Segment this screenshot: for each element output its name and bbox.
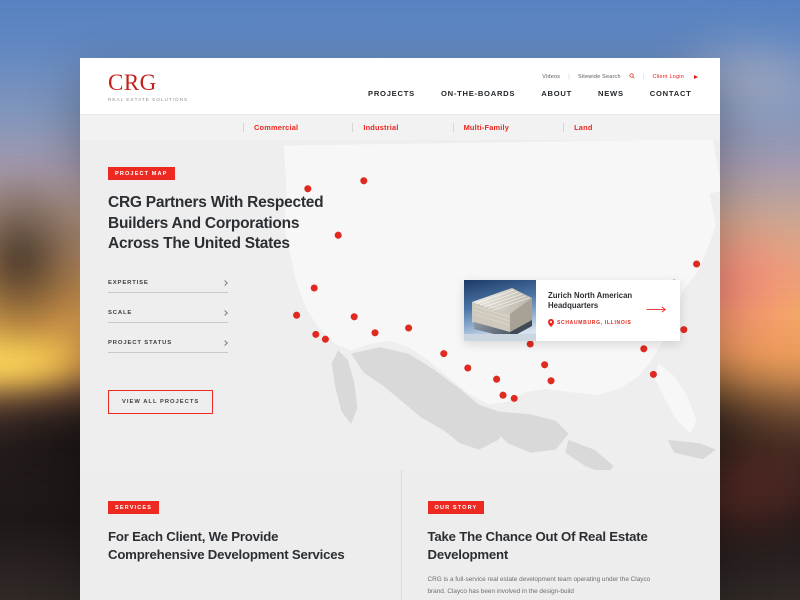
nav-item-contact[interactable]: CONTACT	[650, 89, 692, 98]
map-marker-2[interactable]	[334, 231, 342, 239]
hero-eyebrow-badge: PROJECT MAP	[108, 167, 175, 180]
search-icon[interactable]	[629, 73, 635, 80]
view-all-projects-button[interactable]: VIEW ALL PROJECTS	[108, 389, 214, 414]
filter-label: SCALE	[108, 309, 133, 316]
filter-scale[interactable]: SCALE	[108, 310, 228, 323]
sub-nav-label: Industrial	[363, 123, 399, 132]
services-eyebrow-badge: SERVICES	[108, 501, 159, 514]
sub-nav-item-industrial[interactable]: Industrial	[352, 123, 452, 132]
hero-title: CRG Partners With Respected Builders And…	[108, 194, 324, 253]
map-marker-15[interactable]	[526, 340, 534, 348]
our-story-title: Take The Chance Out Of Real Estate Devel…	[427, 529, 648, 562]
our-story-eyebrow-badge: OUR STORY	[427, 501, 485, 514]
sub-nav-item-commercial[interactable]: Commercial	[243, 123, 352, 132]
map-project-tooltip[interactable]: Zurich North American Headquarters SCHAU…	[464, 280, 680, 341]
chevron-right-icon	[222, 339, 228, 346]
project-card-body: Zurich North American Headquarters SCHAU…	[536, 280, 680, 341]
sub-nav-item-land[interactable]: Land	[563, 123, 592, 132]
utility-nav: Videos | Sitewide Search | Client Login	[542, 73, 698, 80]
util-link-sitewide-search[interactable]: Sitewide Search	[578, 74, 621, 80]
filter-accordion: EXPERTISE SCALE PROJECT STATUS	[108, 280, 228, 353]
nav-item-projects[interactable]: PROJECTS	[368, 89, 415, 98]
project-card-location: SCHAUMBURG, ILLINOIS	[548, 318, 670, 327]
category-sub-nav: Commercial Industrial Multi-Family Land	[80, 114, 720, 140]
filter-project-status[interactable]: PROJECT STATUS	[108, 340, 228, 353]
hero-copy-block: PROJECT MAP CRG Partners With Respected …	[108, 162, 333, 414]
map-marker-16[interactable]	[541, 361, 549, 369]
util-divider-2: |	[642, 73, 645, 80]
filter-label: EXPERTISE	[108, 279, 149, 286]
map-marker-11[interactable]	[464, 364, 472, 372]
location-pin-icon	[548, 318, 554, 327]
services-column: SERVICES For Each Client, We Provide Com…	[80, 470, 401, 600]
logo-wordmark: CRG	[108, 70, 157, 95]
sub-nav-divider	[352, 123, 354, 132]
map-marker-10[interactable]	[440, 350, 448, 358]
util-divider: |	[568, 73, 570, 80]
sub-nav-divider	[452, 123, 454, 132]
play-triangle-icon[interactable]	[694, 74, 698, 79]
sub-nav-item-multi-family[interactable]: Multi-Family	[452, 123, 564, 132]
util-link-videos[interactable]: Videos	[542, 74, 560, 80]
map-marker-14[interactable]	[510, 394, 518, 402]
sub-nav-label: Commercial	[254, 123, 299, 132]
arrow-right-icon[interactable]	[646, 306, 668, 313]
website-mockup-card: CRG Real Estate Solutions Videos | Sitew…	[80, 58, 720, 600]
project-thumbnail	[464, 280, 536, 341]
filter-label: PROJECT STATUS	[108, 339, 173, 346]
site-logo[interactable]: CRG Real Estate Solutions	[108, 71, 188, 102]
map-marker-17[interactable]	[547, 377, 555, 385]
map-marker-27[interactable]	[693, 260, 701, 268]
nav-item-on-the-boards[interactable]: ON-THE-BOARDS	[441, 89, 515, 98]
map-marker-22[interactable]	[640, 345, 648, 353]
lower-content-band: SERVICES For Each Client, We Provide Com…	[80, 470, 720, 600]
sub-nav-divider	[563, 123, 565, 132]
logo-tagline: Real Estate Solutions	[108, 97, 189, 102]
services-title: For Each Client, We Provide Comprehensiv…	[108, 529, 345, 562]
map-marker-23[interactable]	[649, 370, 657, 378]
filter-expertise[interactable]: EXPERTISE	[108, 280, 228, 293]
main-nav: PROJECTS ON-THE-BOARDS ABOUT NEWS CONTAC…	[368, 89, 692, 98]
map-marker-7[interactable]	[350, 313, 358, 321]
sub-nav-label: Multi-Family	[463, 123, 510, 132]
sub-nav-divider	[243, 123, 244, 132]
map-marker-1[interactable]	[360, 177, 368, 185]
map-marker-13[interactable]	[499, 391, 507, 399]
nav-item-about[interactable]: ABOUT	[541, 89, 572, 98]
project-card-title: Zurich North American Headquarters	[548, 291, 633, 311]
project-map-hero: PROJECT MAP CRG Partners With Respected …	[80, 140, 720, 470]
chevron-right-icon	[222, 309, 228, 316]
map-marker-9[interactable]	[405, 324, 413, 332]
map-marker-12[interactable]	[493, 375, 501, 383]
nav-item-news[interactable]: NEWS	[598, 89, 624, 98]
site-header: CRG Real Estate Solutions Videos | Sitew…	[80, 58, 720, 114]
our-story-column: OUR STORY Take The Chance Out Of Real Es…	[400, 470, 721, 600]
map-marker-26[interactable]	[680, 326, 688, 334]
sub-nav-label: Land	[574, 123, 593, 132]
our-story-body: CRG is a full-service real estate develo…	[427, 576, 651, 596]
project-card-location-label: SCHAUMBURG, ILLINOIS	[557, 319, 632, 326]
util-link-client-login[interactable]: Client Login	[653, 74, 684, 80]
chevron-right-icon	[222, 279, 228, 286]
map-marker-8[interactable]	[371, 329, 379, 337]
